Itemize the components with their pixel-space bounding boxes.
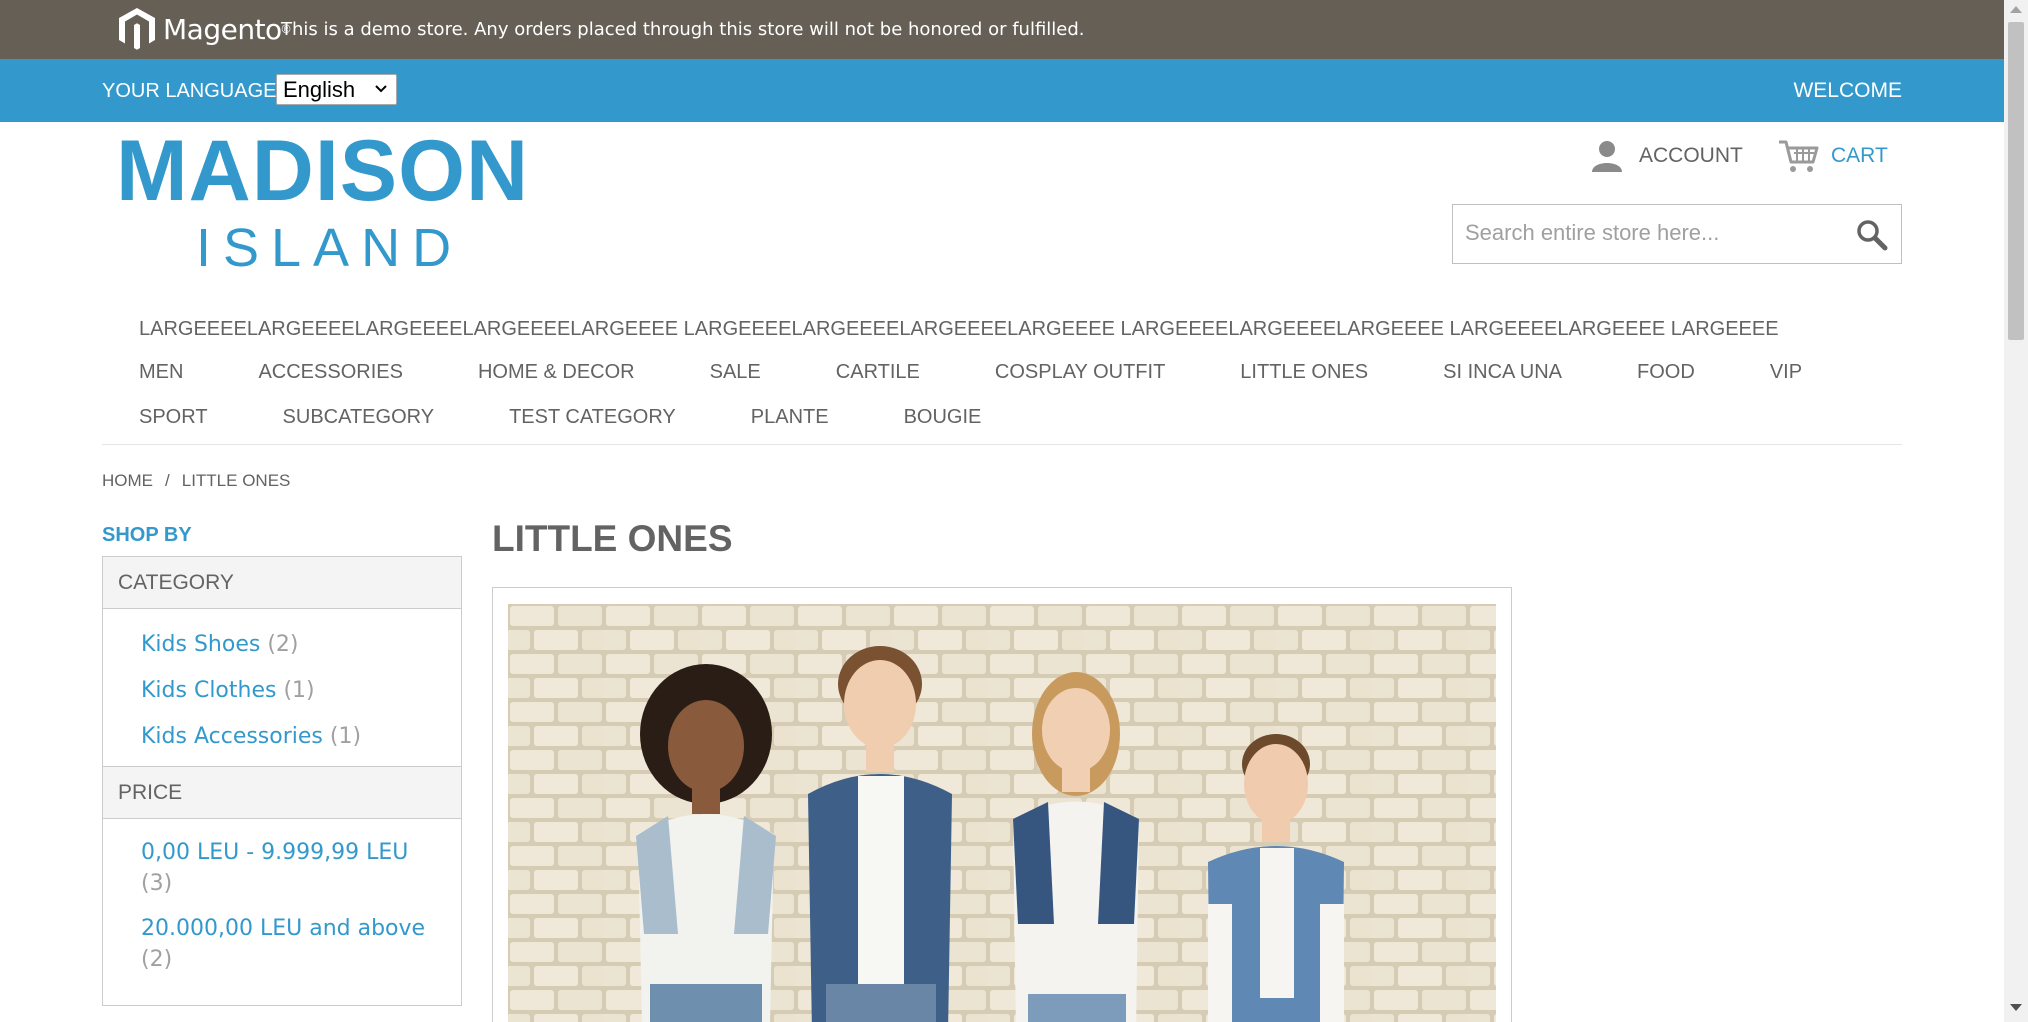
facet-item-label: Kids Accessories [141,724,323,749]
nav-item-largeeee[interactable]: LARGEEEELARGEEEELARGEEEELARGEEEELARGEEEE… [139,318,1899,346]
nav-item-test-category[interactable]: TEST CATEGORY [509,406,676,429]
facet-item-count: (1) [283,678,315,703]
facet-price-list: 0,00 LEU - 9.999,99 LEU (3) 20.000,00 LE… [103,819,461,1006]
nav-item-sale[interactable]: SALE [710,361,761,384]
page-title: LITTLE ONES [492,518,733,559]
facet-item-kids-accessories[interactable]: Kids Accessories (1) [141,723,461,750]
search-box [1452,204,1902,264]
category-banner-image [508,604,1496,1022]
language-label: YOUR LANGUAGE: [102,80,283,102]
nav-item-food[interactable]: FOOD [1637,361,1695,384]
nav-item-accessories[interactable]: ACCESSORIES [258,361,402,384]
price-range-item[interactable]: 0,00 LEU - 9.999,99 LEU (3) [141,837,461,899]
demo-notice-text: This is a demo store. Any orders placed … [281,19,1085,40]
scroll-up-arrow-icon[interactable] [2010,6,2022,13]
language-bar: YOUR LANGUAGE: English WELCOME [0,59,2004,122]
breadcrumb-separator: / [165,471,170,490]
breadcrumb: HOME / LITTLE ONES [102,471,290,491]
nav-item-men[interactable]: MEN [139,361,183,384]
language-selected-value: English [283,77,356,102]
logo-line-island: ISLAND [196,218,464,278]
breadcrumb-current: LITTLE ONES [181,471,291,490]
chevron-down-icon [374,77,388,111]
logo-line-madison: MADISON [116,123,530,219]
nav-item-home-decor[interactable]: HOME & DECOR [478,361,635,384]
price-range-count: (3) [141,871,173,896]
user-icon [1592,141,1622,172]
magento-logo-text: Magento [163,12,282,46]
magento-logo: Magento ® [115,6,291,52]
facet-item-count: (2) [267,632,299,657]
nav-item-cartile[interactable]: CARTILE [836,361,920,384]
nav-row-2: SPORT SUBCATEGORY TEST CATEGORY PLANTE B… [139,395,1899,440]
nav-divider [102,444,1902,445]
facet-item-count: (1) [329,724,362,749]
facet-item-label: Kids Clothes [141,678,277,703]
account-label: ACCOUNT [1639,144,1743,167]
magento-logo-icon [119,8,155,50]
shop-by-heading: SHOP BY [102,524,192,546]
nav-item-cosplay-outfit[interactable]: COSPLAY OUTFIT [995,361,1165,384]
price-range-label: 0,00 LEU - 9.999,99 LEU [141,840,409,865]
nav-item-sport[interactable]: SPORT [139,406,208,429]
search-icon [1857,220,1888,251]
layered-navigation: CATEGORY Kids Shoes (2) Kids Clothes (1)… [102,556,462,1006]
nav-item-vip[interactable]: VIP [1770,361,1802,384]
category-banner-frame [492,587,1512,1022]
welcome-message: WELCOME [1793,79,1902,102]
nav-row-1: MEN ACCESSORIES HOME & DECOR SALE CARTIL… [139,350,1899,395]
cart-link[interactable]: CART [1777,138,1888,174]
demo-notice-bar: Magento ® This is a demo store. Any order… [0,0,2004,59]
facet-item-label: Kids Shoes [141,632,261,657]
scroll-down-arrow-icon[interactable] [2010,1004,2022,1011]
facet-item-kids-clothes[interactable]: Kids Clothes (1) [141,677,461,704]
facet-item-kids-shoes[interactable]: Kids Shoes (2) [141,631,461,658]
price-range-label: 20.000,00 LEU and above [141,916,426,941]
nav-item-bougie[interactable]: BOUGIE [904,406,982,429]
price-range-item[interactable]: 20.000,00 LEU and above (2) [141,913,461,975]
search-button[interactable] [1855,218,1889,252]
cart-icon [1779,140,1819,172]
nav-item-little-ones[interactable]: LITTLE ONES [1240,361,1368,384]
nav-item-plante[interactable]: PLANTE [751,406,829,429]
cart-label: CART [1831,144,1888,167]
scrollbar-thumb[interactable] [2008,22,2024,340]
nav-item-subcategory[interactable]: SUBCATEGORY [283,406,435,429]
price-range-count: (2) [141,947,173,972]
page-scrollbar[interactable] [2004,0,2028,1022]
facet-price-title: PRICE [103,767,461,819]
search-input[interactable] [1453,205,1833,261]
facet-category-title: CATEGORY [103,557,461,609]
language-select[interactable]: English [276,74,397,105]
nav-item-si-inca-una[interactable]: SI INCA UNA [1443,361,1562,384]
store-logo[interactable]: MADISON ISLAND [116,128,528,276]
main-navigation: LARGEEEELARGEEEELARGEEEELARGEEEELARGEEEE… [139,318,1899,440]
breadcrumb-home[interactable]: HOME [102,471,153,491]
facet-category-list: Kids Shoes (2) Kids Clothes (1) Kids Acc… [103,609,461,767]
account-link[interactable]: ACCOUNT [1589,138,1743,174]
